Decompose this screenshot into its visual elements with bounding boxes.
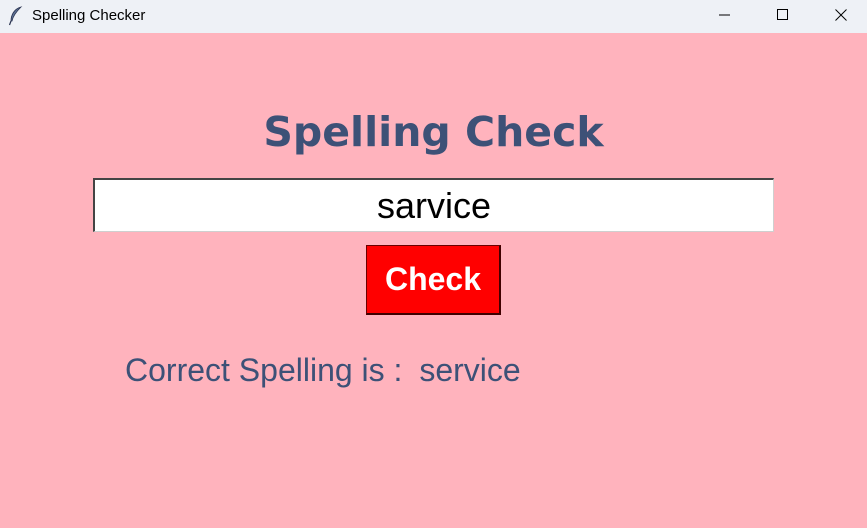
window-title: Spelling Checker: [32, 7, 146, 24]
minimize-button[interactable]: [696, 0, 754, 33]
close-icon: [835, 8, 847, 26]
maximize-button[interactable]: [754, 0, 812, 33]
minimize-icon: [719, 8, 731, 26]
maximize-icon: [777, 8, 789, 26]
result-value: service: [419, 352, 521, 388]
close-button[interactable]: [812, 0, 867, 33]
page-title: Spelling Check: [263, 108, 604, 156]
title-bar: Spelling Checker: [0, 0, 867, 33]
result-label: Correct Spelling is :: [125, 352, 403, 388]
result-text: Correct Spelling is : service: [125, 350, 521, 390]
feather-icon: [8, 6, 24, 26]
word-input[interactable]: [93, 178, 774, 232]
app-window: Spelling Checker Spelling Check Check Co…: [0, 0, 867, 528]
check-button[interactable]: Check: [366, 245, 501, 315]
